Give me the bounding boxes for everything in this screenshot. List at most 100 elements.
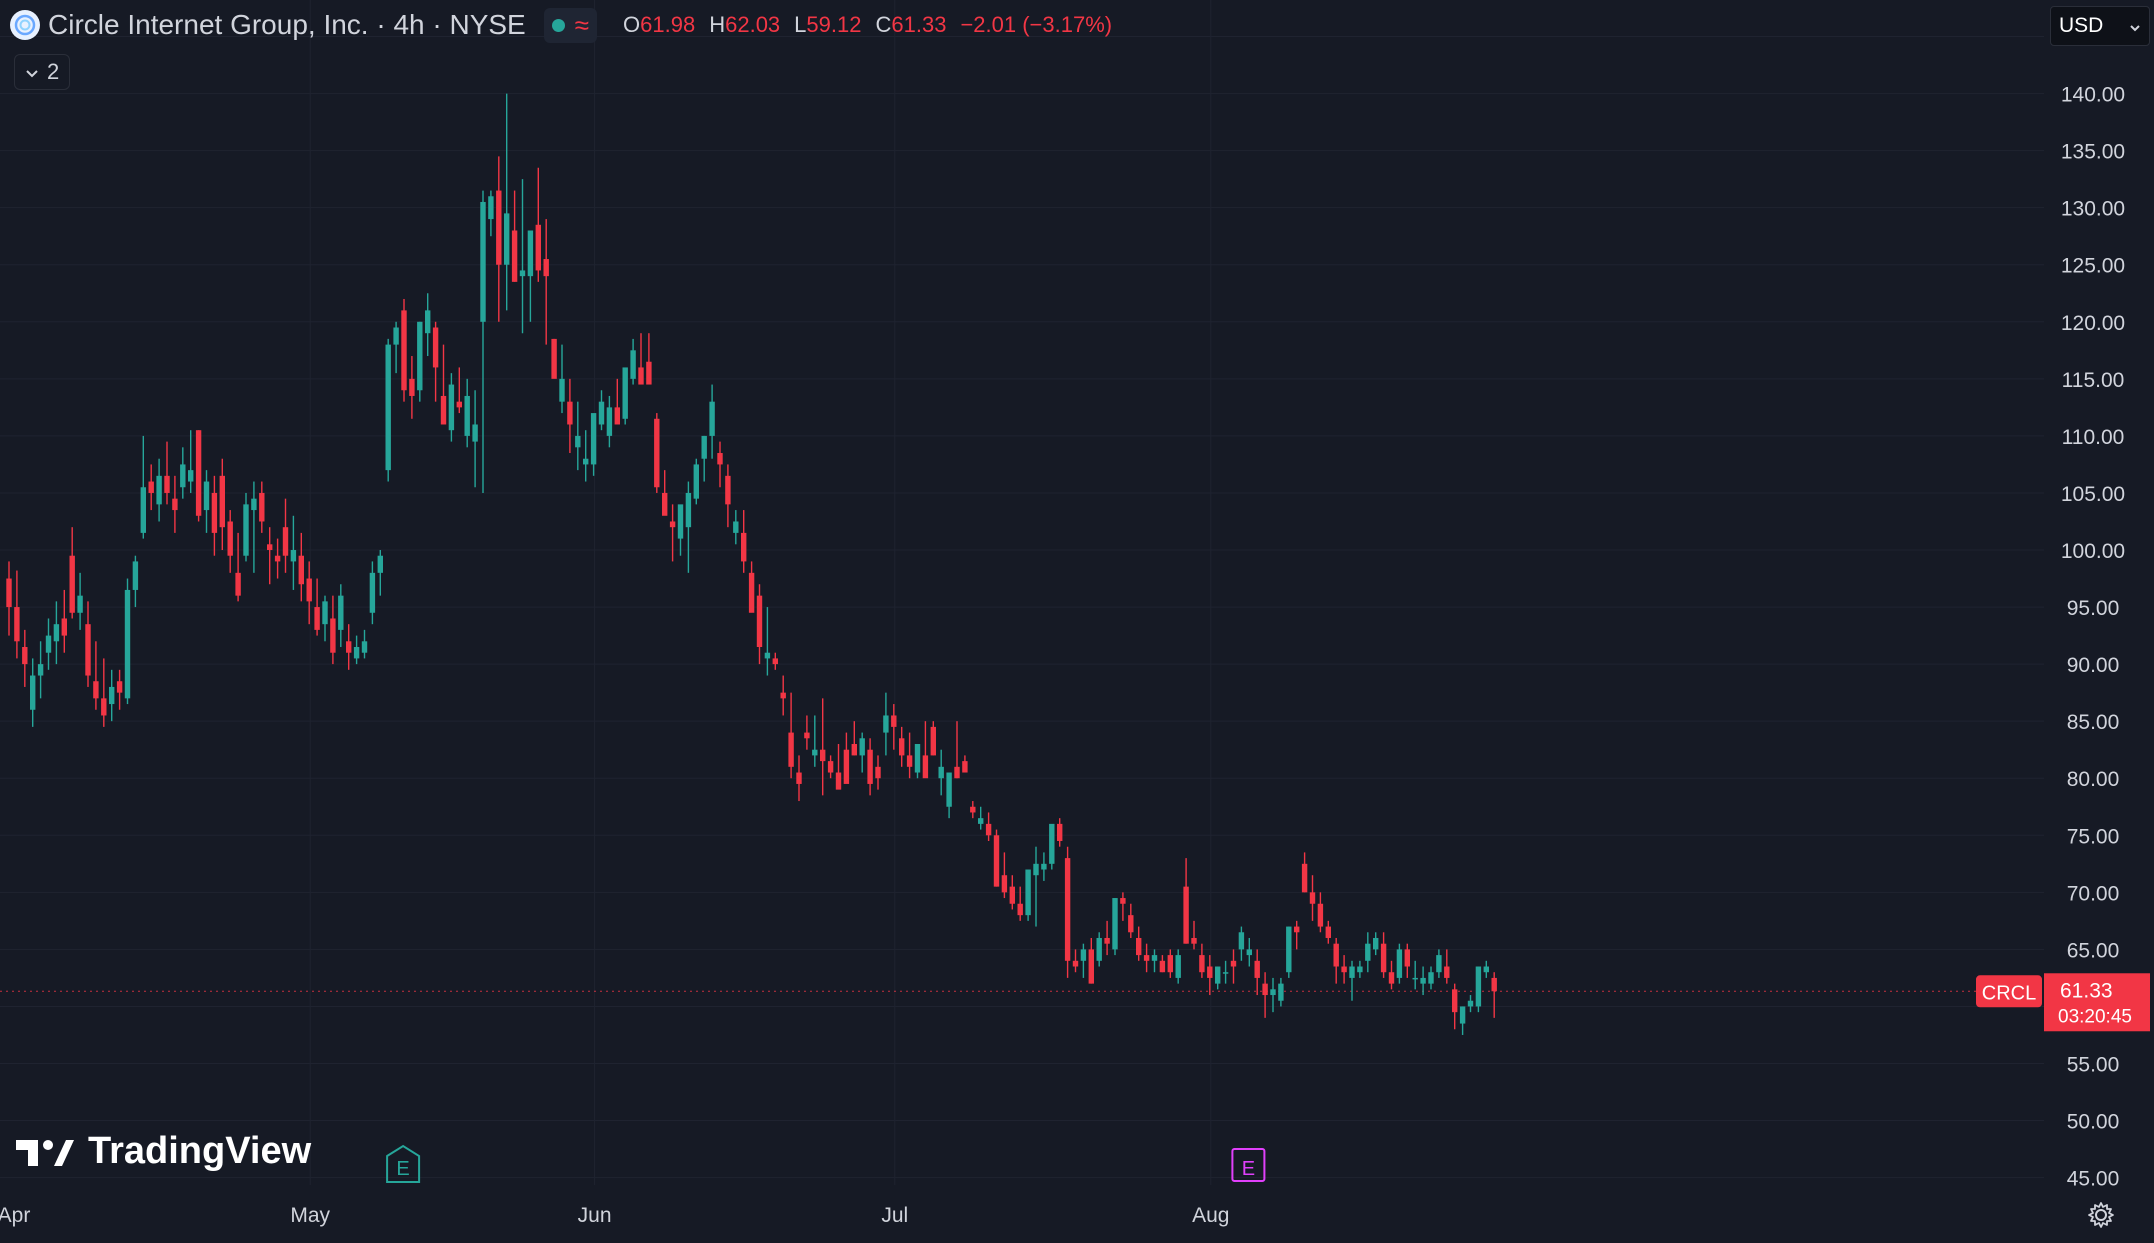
candle-body[interactable] bbox=[1246, 949, 1252, 956]
candle[interactable] bbox=[53, 601, 60, 665]
candle-body[interactable] bbox=[314, 607, 320, 630]
settings-gear-icon[interactable] bbox=[2086, 1200, 2116, 1230]
candle[interactable] bbox=[1333, 937, 1339, 984]
candle[interactable] bbox=[875, 755, 881, 790]
candle[interactable] bbox=[748, 561, 755, 613]
candle[interactable] bbox=[930, 721, 936, 756]
candle-body[interactable] bbox=[756, 595, 763, 648]
candle[interactable] bbox=[1136, 926, 1142, 961]
candle[interactable] bbox=[211, 475, 218, 556]
candle[interactable] bbox=[132, 555, 139, 608]
candle[interactable] bbox=[93, 641, 99, 710]
candle[interactable] bbox=[725, 464, 731, 528]
candle-body[interactable] bbox=[61, 618, 67, 636]
candle-body[interactable] bbox=[606, 407, 613, 436]
candle-body[interactable] bbox=[1072, 960, 1079, 967]
candle[interactable] bbox=[30, 658, 36, 727]
candle-body[interactable] bbox=[583, 458, 589, 465]
candle-body[interactable] bbox=[1333, 943, 1339, 967]
candle[interactable] bbox=[598, 390, 605, 431]
candle-body[interactable] bbox=[353, 647, 360, 659]
candle-body[interactable] bbox=[970, 806, 976, 813]
candle-body[interactable] bbox=[1238, 932, 1245, 950]
candle[interactable] bbox=[1341, 955, 1347, 984]
currency-select[interactable]: USD bbox=[2050, 6, 2150, 46]
candle[interactable] bbox=[353, 635, 360, 665]
candle-body[interactable] bbox=[116, 681, 123, 693]
candle[interactable] bbox=[338, 584, 344, 648]
candle-body[interactable] bbox=[622, 367, 628, 419]
candle[interactable] bbox=[946, 772, 952, 819]
candle-body[interactable] bbox=[22, 647, 28, 665]
candle-body[interactable] bbox=[456, 401, 462, 408]
candle[interactable] bbox=[267, 527, 273, 585]
candle[interactable] bbox=[1365, 932, 1371, 973]
candle[interactable] bbox=[796, 755, 802, 802]
candle-body[interactable] bbox=[1286, 926, 1292, 973]
candle[interactable] bbox=[717, 441, 723, 488]
candle-body[interactable] bbox=[211, 492, 218, 533]
candle-body[interactable] bbox=[1064, 858, 1071, 961]
candle[interactable] bbox=[401, 298, 407, 402]
candle-body[interactable] bbox=[69, 555, 75, 613]
candle-body[interactable] bbox=[77, 595, 83, 613]
candle-body[interactable] bbox=[1222, 972, 1229, 974]
market-status[interactable]: ≈ bbox=[543, 7, 598, 43]
candle-body[interactable] bbox=[1057, 823, 1063, 841]
candle-body[interactable] bbox=[1475, 966, 1482, 1007]
candle-body[interactable] bbox=[630, 350, 636, 379]
candle-body[interactable] bbox=[1396, 949, 1403, 978]
candle[interactable] bbox=[69, 527, 75, 619]
candle-body[interactable] bbox=[1167, 955, 1173, 973]
candle-body[interactable] bbox=[1349, 966, 1355, 978]
candle-body[interactable] bbox=[1230, 960, 1237, 967]
candle-body[interactable] bbox=[1262, 983, 1268, 996]
candle-body[interactable] bbox=[543, 259, 549, 277]
candle[interactable] bbox=[677, 504, 684, 556]
candle[interactable] bbox=[156, 458, 162, 522]
candle-body[interactable] bbox=[511, 230, 518, 282]
candle-body[interactable] bbox=[1294, 926, 1300, 933]
candle[interactable] bbox=[519, 179, 526, 334]
candle-body[interactable] bbox=[1404, 949, 1410, 967]
candle-body[interactable] bbox=[243, 504, 249, 556]
candle[interactable] bbox=[195, 430, 202, 522]
candle[interactable] bbox=[780, 675, 786, 716]
candle-body[interactable] bbox=[772, 658, 778, 665]
candle[interactable] bbox=[772, 652, 778, 670]
candle[interactable] bbox=[1017, 886, 1023, 921]
candle[interactable] bbox=[409, 356, 415, 419]
candle-body[interactable] bbox=[1136, 937, 1142, 956]
candle[interactable] bbox=[1452, 983, 1458, 1030]
candle[interactable] bbox=[1207, 955, 1213, 996]
candle-body[interactable] bbox=[85, 624, 91, 676]
candle-body[interactable] bbox=[1151, 955, 1158, 961]
candle[interactable] bbox=[1254, 949, 1260, 996]
candle-body[interactable] bbox=[677, 504, 684, 539]
candle[interactable] bbox=[851, 721, 857, 756]
candle[interactable] bbox=[61, 589, 67, 653]
candle[interactable] bbox=[472, 390, 478, 488]
candle[interactable] bbox=[1159, 955, 1166, 973]
candle[interactable] bbox=[1009, 875, 1015, 910]
candle-body[interactable] bbox=[30, 675, 36, 710]
candle[interactable] bbox=[148, 464, 154, 511]
candle-body[interactable] bbox=[1444, 966, 1450, 978]
candle[interactable] bbox=[1064, 846, 1071, 978]
candle[interactable] bbox=[464, 378, 470, 448]
candle-body[interactable] bbox=[1175, 955, 1181, 978]
candle[interactable] bbox=[622, 367, 628, 425]
candle[interactable] bbox=[1286, 926, 1292, 978]
candle[interactable] bbox=[6, 561, 12, 636]
candle[interactable] bbox=[954, 721, 960, 779]
candle[interactable] bbox=[116, 669, 123, 710]
time-axis[interactable]: Apr May Jun Jul Aug bbox=[0, 1204, 1229, 1227]
candle[interactable] bbox=[993, 829, 1000, 887]
candle[interactable] bbox=[1373, 932, 1379, 956]
candle[interactable] bbox=[1309, 875, 1316, 921]
candle-body[interactable] bbox=[875, 766, 881, 779]
candle-body[interactable] bbox=[1436, 955, 1442, 973]
earnings-marker[interactable]: E bbox=[386, 1144, 421, 1183]
candle[interactable] bbox=[843, 732, 850, 784]
candle[interactable] bbox=[867, 738, 873, 796]
